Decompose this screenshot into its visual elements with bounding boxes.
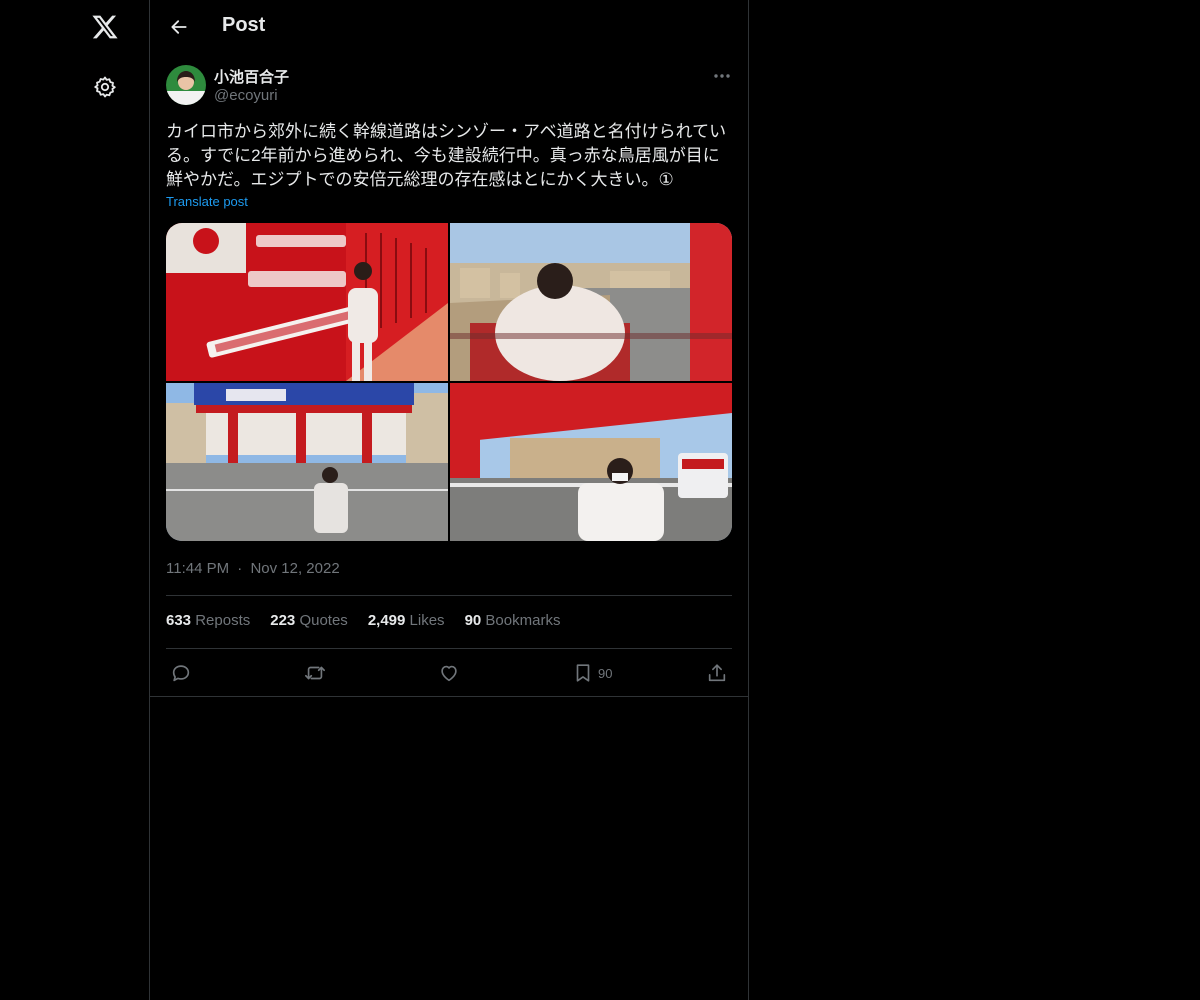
author-name[interactable]: 小池百合子 bbox=[214, 66, 289, 87]
ellipsis-icon bbox=[714, 74, 730, 78]
reply-icon bbox=[172, 665, 190, 682]
heart-icon bbox=[441, 665, 457, 682]
repost-icon bbox=[305, 666, 325, 680]
reply-button[interactable] bbox=[170, 660, 192, 686]
bookmark-button[interactable]: 90 bbox=[572, 660, 612, 686]
repost-button[interactable] bbox=[303, 660, 327, 686]
divider bbox=[166, 648, 732, 649]
post-text: カイロ市から郊外に続く幹線道路はシンゾー・アベ道路と名付けられている。すでに2年… bbox=[166, 122, 727, 189]
share-icon bbox=[708, 664, 726, 682]
translate-post-link[interactable]: Translate post bbox=[166, 194, 248, 209]
photo-4[interactable] bbox=[450, 383, 732, 541]
post-time: 11:44 PM bbox=[166, 560, 230, 577]
page-title: Post bbox=[222, 14, 266, 36]
photo-3[interactable] bbox=[166, 383, 448, 541]
photo-2[interactable] bbox=[450, 223, 732, 381]
divider bbox=[150, 696, 748, 697]
left-nav bbox=[0, 0, 150, 1000]
post-timestamp[interactable]: 11:44 PM · Nov 12, 2022 bbox=[166, 560, 340, 577]
bookmark-icon bbox=[576, 664, 590, 682]
bookmarks-stat[interactable]: 90 Bookmarks bbox=[465, 612, 561, 629]
photo-1[interactable] bbox=[166, 223, 448, 381]
bookmark-count: 90 bbox=[598, 665, 613, 681]
like-button[interactable] bbox=[438, 660, 460, 686]
quotes-stat[interactable]: 223 Quotes bbox=[270, 612, 348, 629]
more-button[interactable] bbox=[710, 66, 734, 86]
share-button[interactable] bbox=[706, 660, 728, 686]
timestamp-separator: · bbox=[237, 560, 243, 577]
back-button[interactable] bbox=[164, 12, 194, 42]
action-bar: 90 bbox=[166, 660, 732, 686]
header: Post bbox=[150, 0, 748, 54]
divider bbox=[166, 595, 732, 596]
media-grid bbox=[166, 223, 732, 541]
arrow-left-icon bbox=[171, 20, 187, 34]
post-stats: 633 Reposts 223 Quotes 2,499 Likes 90 Bo… bbox=[166, 612, 560, 629]
x-logo-icon[interactable] bbox=[88, 10, 122, 44]
post-date: Nov 12, 2022 bbox=[250, 560, 340, 577]
gear-icon[interactable] bbox=[88, 70, 122, 104]
author-handle[interactable]: @ecoyuri bbox=[214, 87, 278, 104]
likes-stat[interactable]: 2,499 Likes bbox=[368, 612, 445, 629]
avatar[interactable] bbox=[166, 65, 206, 105]
post-column: Post 小池百合子 @ecoyuri カイロ市から郊外に続く幹線道路はシンゾー… bbox=[150, 0, 749, 1000]
reposts-stat[interactable]: 633 Reposts bbox=[166, 612, 250, 629]
